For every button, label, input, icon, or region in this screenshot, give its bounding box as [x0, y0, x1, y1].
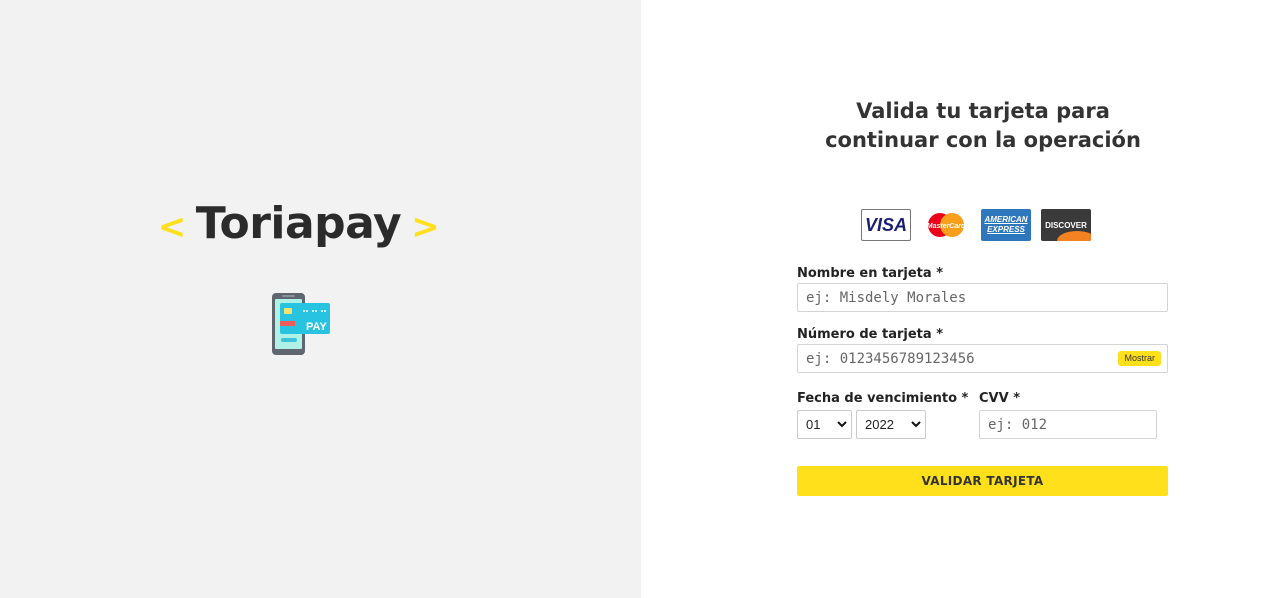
visa-logo-text: VISA [864, 214, 907, 235]
brand-logo: < Toriapay > [0, 196, 597, 255]
amex-logo-icon: AMERICAN EXPRESS [981, 209, 1031, 241]
expiry-label: Fecha de vencimiento * [797, 391, 969, 406]
mastercard-logo-icon: MasterCard [927, 213, 966, 237]
chevron-down-icon [911, 421, 921, 428]
brand-panel: < Toriapay > PAY [0, 0, 641, 598]
right-bracket: > [411, 207, 440, 247]
discover-logo-text: DISCOVER [1045, 220, 1087, 230]
card-form-panel: Valida tu tarjeta para continuar con la … [641, 0, 1284, 598]
visa-logo-icon: VISA [861, 209, 911, 241]
expiry-year-value: 2022 [865, 417, 894, 432]
amex-logo-line2: EXPRESS [987, 225, 1025, 234]
card-number-label: Número de tarjeta * [797, 327, 943, 342]
cvv-group: CVV * [979, 390, 1157, 439]
expiry-month-select[interactable]: 01 [797, 410, 852, 439]
expiry-year-select[interactable]: 2022 [856, 410, 926, 439]
cvv-input[interactable] [979, 410, 1157, 439]
expiry-selects: 01 2022 [797, 410, 979, 439]
show-number-button[interactable]: Mostrar [1118, 351, 1161, 366]
amex-logo-line1: AMERICAN [984, 215, 1028, 224]
discover-logo-icon: DISCOVER [1041, 209, 1091, 241]
card-logos: VISA MasterCard AMERICAN EXPRESS DISCOVE… [861, 209, 1091, 241]
page-title: Valida tu tarjeta para continuar con la … [825, 99, 1141, 152]
card-number-input[interactable] [797, 344, 1168, 373]
expiry-group: Fecha de vencimiento * 01 2022 [797, 390, 979, 439]
mobile-pay-icon: PAY [272, 293, 330, 355]
left-bracket: < [157, 207, 187, 247]
validate-card-button[interactable]: VALIDAR TARJETA [797, 466, 1168, 496]
expiry-month-value: 01 [806, 417, 821, 432]
card-number-wrap: Mostrar [797, 344, 1168, 373]
mastercard-logo-text: MasterCard [927, 223, 966, 230]
chevron-down-icon [837, 421, 847, 428]
card-name-input[interactable] [797, 283, 1168, 312]
card-name-label: Nombre en tarjeta * [797, 266, 943, 281]
card-validation-form: Nombre en tarjeta * Número de tarjeta * … [797, 265, 1168, 496]
pay-icon-label: PAY [306, 321, 327, 333]
expiry-cvv-row: Fecha de vencimiento * 01 2022 CVV * [797, 390, 1168, 439]
brand-name: Toriapay [195, 198, 402, 249]
cvv-label: CVV * [979, 391, 1020, 406]
